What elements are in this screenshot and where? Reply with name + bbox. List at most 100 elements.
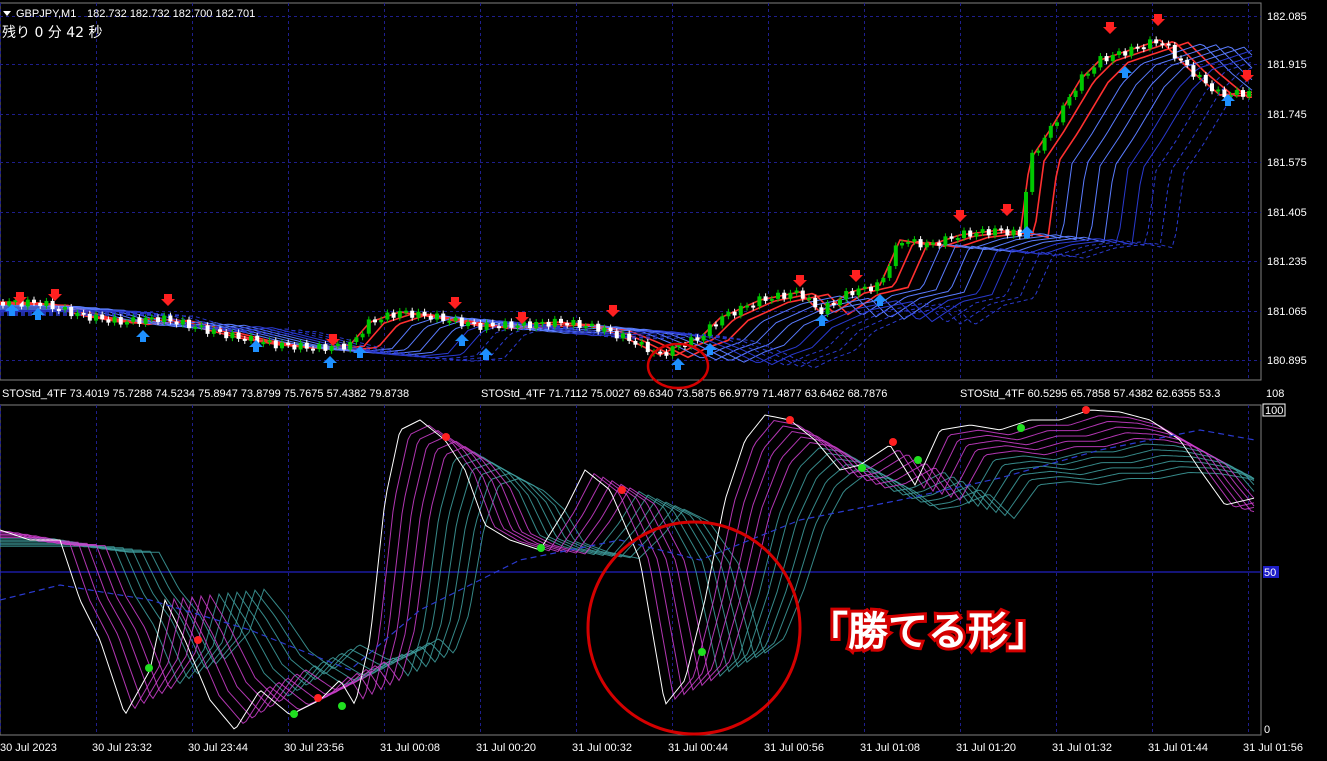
candle-body — [1216, 89, 1221, 92]
candle-body — [230, 332, 235, 339]
candle-body — [590, 323, 594, 326]
candle-body — [242, 338, 247, 341]
candle-body — [850, 291, 855, 296]
candle-body — [354, 337, 359, 342]
candle-body — [1036, 150, 1041, 153]
time-label: 30 Jul 2023 — [0, 742, 57, 754]
candle-body — [955, 238, 960, 241]
candle-body — [447, 320, 452, 323]
candle-body — [658, 351, 663, 354]
candle-body — [745, 305, 749, 308]
candle-body — [1, 302, 5, 306]
candle-body — [1197, 74, 1202, 77]
candle-body — [1179, 58, 1183, 61]
candle-body — [453, 317, 458, 321]
candle-body — [143, 317, 148, 324]
candle-body — [881, 277, 886, 283]
candle-body — [893, 245, 898, 267]
candle-body — [466, 322, 470, 327]
candle-body — [1073, 90, 1078, 98]
candle-body — [441, 313, 446, 321]
candle-body — [986, 229, 991, 236]
candle-body — [645, 341, 650, 353]
candle-body — [112, 317, 117, 323]
candle-body — [1141, 47, 1146, 50]
candle-body — [701, 336, 706, 341]
candle-body — [844, 291, 849, 300]
sell-dot — [194, 636, 202, 644]
candle-body — [168, 315, 173, 322]
candle-body — [1135, 46, 1140, 49]
candle-body — [56, 309, 61, 312]
candle-body — [25, 299, 30, 307]
candle-body — [788, 292, 793, 299]
candle-body — [1123, 51, 1128, 56]
candle-body — [627, 333, 632, 341]
candle-body — [280, 342, 284, 349]
candle-body — [856, 288, 861, 296]
candle-body — [968, 230, 973, 237]
time-label: 30 Jul 23:32 — [92, 742, 152, 754]
candle-body — [999, 228, 1004, 231]
candle-body — [546, 321, 551, 327]
candle-body — [794, 290, 799, 293]
candle-body — [1104, 56, 1109, 62]
candle-body — [211, 329, 216, 334]
candle-body — [69, 306, 74, 317]
candle-body — [416, 311, 421, 318]
candle-body — [156, 317, 160, 322]
candle-body — [602, 327, 607, 332]
time-label: 31 Jul 01:32 — [1052, 742, 1112, 754]
candle-body — [317, 344, 322, 350]
candle-body — [38, 302, 43, 307]
price-label: 181.405 — [1267, 207, 1307, 219]
trading-chart[interactable]: GBPJPY,M1 182.732 182.732 182.700 182.70… — [0, 0, 1327, 761]
time-label: 31 Jul 01:56 — [1243, 742, 1303, 754]
candle-body — [782, 292, 787, 299]
ohlc-values: 182.732 182.732 182.700 182.701 — [87, 8, 255, 20]
candle-body — [75, 312, 80, 317]
candle-body — [819, 307, 824, 314]
candle-body — [366, 319, 371, 334]
candle-body — [180, 319, 185, 325]
candle-body — [218, 329, 222, 332]
candle-body — [918, 239, 923, 248]
candle-body — [949, 236, 954, 239]
candle-body — [205, 325, 210, 334]
buy-dot — [858, 464, 866, 472]
candle-body — [44, 300, 49, 307]
candle-body — [813, 297, 818, 308]
candle-body — [1055, 122, 1059, 126]
candle-body — [1154, 39, 1159, 44]
candle-body — [1092, 67, 1097, 74]
candle-body — [1148, 39, 1152, 49]
time-label: 31 Jul 00:56 — [764, 742, 824, 754]
candle-body — [1222, 89, 1227, 98]
indicator-label-1: STOStd_4TF 73.4019 75.7288 74.5234 75.89… — [2, 388, 409, 400]
candle-body — [974, 233, 979, 237]
candle-body — [1172, 44, 1177, 59]
candle-body — [1005, 229, 1010, 236]
candle-body — [869, 286, 873, 291]
candle-body — [199, 325, 204, 328]
candle-body — [534, 321, 539, 329]
buy-dot — [338, 702, 346, 710]
candle-body — [187, 319, 191, 329]
candle-body — [831, 302, 836, 306]
buy-dot — [290, 710, 298, 718]
candle-body — [912, 239, 917, 242]
candle-body — [862, 286, 867, 289]
candle-body — [887, 266, 892, 278]
candle-body — [391, 312, 396, 318]
candle-body — [800, 290, 805, 299]
sell-dot — [786, 416, 794, 424]
candle-body — [348, 341, 353, 350]
indicator-label-2: STOStd_4TF 71.7112 75.0027 69.6340 73.58… — [481, 388, 887, 400]
candle-body — [286, 342, 291, 345]
candle-body — [379, 319, 384, 323]
indicator-label-3: STOStd_4TF 60.5295 65.7858 57.4382 62.63… — [960, 388, 1220, 400]
candle-body — [87, 313, 92, 321]
candle-body — [497, 326, 501, 329]
candle-body — [1011, 229, 1016, 236]
candle-body — [100, 314, 105, 320]
